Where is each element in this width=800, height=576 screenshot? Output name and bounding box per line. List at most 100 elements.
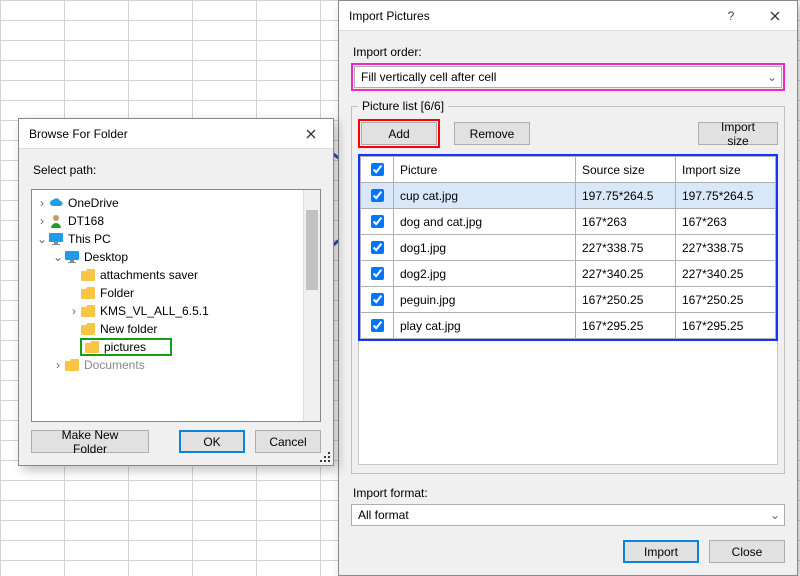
cell-picture: peguin.jpg (394, 287, 576, 313)
tree-twisty-icon[interactable]: › (68, 304, 80, 318)
chevron-down-icon: ⌄ (770, 508, 780, 522)
cancel-button[interactable]: Cancel (255, 430, 321, 453)
close-icon[interactable] (753, 1, 797, 30)
row-checkbox[interactable] (371, 241, 384, 254)
tree-item[interactable]: › Documents (36, 356, 318, 374)
add-button[interactable]: Add (361, 122, 437, 145)
col-source[interactable]: Source size (576, 157, 676, 183)
import-titlebar[interactable]: Import Pictures ? (339, 1, 797, 31)
row-checkbox[interactable] (371, 319, 384, 332)
tree-item-label: DT168 (68, 214, 104, 228)
pictures-highlight: pictures (80, 338, 172, 356)
tree-item[interactable]: ›OneDrive (36, 194, 318, 212)
cell-picture: play cat.jpg (394, 313, 576, 339)
help-button[interactable]: ? (709, 1, 753, 30)
tree-scrollbar[interactable] (303, 190, 320, 421)
import-title: Import Pictures (339, 9, 709, 23)
tree-item[interactable]: ⌄ This PC (36, 230, 318, 248)
cell-picture: dog1.jpg (394, 235, 576, 261)
picture-list-empty-area (358, 341, 778, 465)
import-order-select[interactable]: Fill vertically cell after cell ⌄ (354, 66, 782, 88)
import-format-select[interactable]: All format ⌄ (351, 504, 785, 526)
table-row[interactable]: play cat.jpg167*295.25167*295.25 (361, 313, 776, 339)
make-new-folder-button[interactable]: Make New Folder (31, 430, 149, 453)
row-checkbox[interactable] (371, 215, 384, 228)
cell-source: 227*338.75 (576, 235, 676, 261)
import-format-value: All format (358, 508, 409, 522)
browse-titlebar[interactable]: Browse For Folder (19, 119, 333, 149)
folder-tree: ›OneDrive›DT168⌄This PC⌄Desktopattachmen… (31, 189, 321, 422)
picture-table-highlight: Picture Source size Import size cup cat.… (358, 154, 778, 341)
tree-item-label: pictures (104, 340, 146, 354)
cell-import: 227*340.25 (676, 261, 776, 287)
row-checkbox[interactable] (371, 189, 384, 202)
row-checkbox[interactable] (371, 267, 384, 280)
table-row[interactable]: dog and cat.jpg167*263167*263 (361, 209, 776, 235)
row-checkbox[interactable] (371, 293, 384, 306)
picture-list-legend: Picture list [6/6] (358, 99, 448, 113)
col-check[interactable] (361, 157, 394, 183)
cell-source: 167*250.25 (576, 287, 676, 313)
import-pictures-dialog: Import Pictures ? Import order: Fill ver… (338, 0, 798, 576)
folder-icon (64, 359, 80, 371)
tree-item[interactable]: attachments saver (36, 266, 318, 284)
cell-import: 167*263 (676, 209, 776, 235)
tree-item-label: New folder (100, 322, 157, 336)
browse-title: Browse For Folder (19, 127, 289, 141)
table-row[interactable]: dog2.jpg227*340.25227*340.25 (361, 261, 776, 287)
folder-icon (80, 287, 96, 299)
remove-button[interactable]: Remove (454, 122, 530, 145)
tree-item-label: attachments saver (100, 268, 198, 282)
tree-item[interactable]: › DT168 (36, 212, 318, 230)
tree-item-label: Folder (100, 286, 134, 300)
select-all-checkbox[interactable] (371, 163, 384, 176)
table-row[interactable]: dog1.jpg227*338.75227*338.75 (361, 235, 776, 261)
cell-source: 197.75*264.5 (576, 183, 676, 209)
tree-item[interactable]: pictures (36, 338, 318, 356)
tree-item[interactable]: Folder (36, 284, 318, 302)
tree-twisty-icon[interactable]: › (36, 214, 48, 228)
tree-item-label: KMS_VL_ALL_6.5.1 (100, 304, 209, 318)
ok-button[interactable]: OK (179, 430, 245, 453)
import-size-button[interactable]: Import size (698, 122, 778, 145)
cell-import: 197.75*264.5 (676, 183, 776, 209)
import-order-value: Fill vertically cell after cell (361, 70, 496, 84)
folder-icon (80, 269, 96, 281)
tree-twisty-icon[interactable]: ⌄ (52, 250, 64, 264)
tree-item-label: Documents (84, 358, 145, 372)
picture-list-group: Picture list [6/6] Add Remove Import siz… (351, 99, 785, 474)
resize-grip-icon[interactable] (319, 451, 331, 463)
close-button[interactable]: Close (709, 540, 785, 563)
cell-picture: dog and cat.jpg (394, 209, 576, 235)
close-icon[interactable] (289, 119, 333, 148)
table-row[interactable]: cup cat.jpg197.75*264.5197.75*264.5 (361, 183, 776, 209)
tree-twisty-icon[interactable]: › (36, 196, 48, 210)
cell-picture: dog2.jpg (394, 261, 576, 287)
tree-twisty-icon[interactable]: ⌄ (36, 232, 48, 246)
table-row[interactable]: peguin.jpg167*250.25167*250.25 (361, 287, 776, 313)
import-order-label: Import order: (353, 45, 785, 59)
cell-source: 167*263 (576, 209, 676, 235)
folder-icon (80, 323, 96, 335)
folder-icon (84, 341, 100, 353)
tree-item[interactable]: ⌄ Desktop (36, 248, 318, 266)
tree-item[interactable]: New folder (36, 320, 318, 338)
select-path-label: Select path: (33, 163, 321, 177)
cell-source: 227*340.25 (576, 261, 676, 287)
tree-item[interactable]: › KMS_VL_ALL_6.5.1 (36, 302, 318, 320)
cell-source: 167*295.25 (576, 313, 676, 339)
monitor-icon (64, 251, 80, 263)
cell-import: 167*250.25 (676, 287, 776, 313)
col-import[interactable]: Import size (676, 157, 776, 183)
folder-icon (80, 305, 96, 317)
tree-item-label: This PC (68, 232, 111, 246)
tree-twisty-icon[interactable]: › (52, 358, 64, 372)
tree-item-label: Desktop (84, 250, 128, 264)
import-order-highlight: Fill vertically cell after cell ⌄ (351, 63, 785, 91)
import-button[interactable]: Import (623, 540, 699, 563)
col-picture[interactable]: Picture (394, 157, 576, 183)
cell-import: 227*338.75 (676, 235, 776, 261)
chevron-down-icon: ⌄ (767, 70, 777, 84)
browse-folder-dialog: Browse For Folder Select path: ›OneDrive… (18, 118, 334, 466)
avatar-icon (48, 214, 64, 228)
